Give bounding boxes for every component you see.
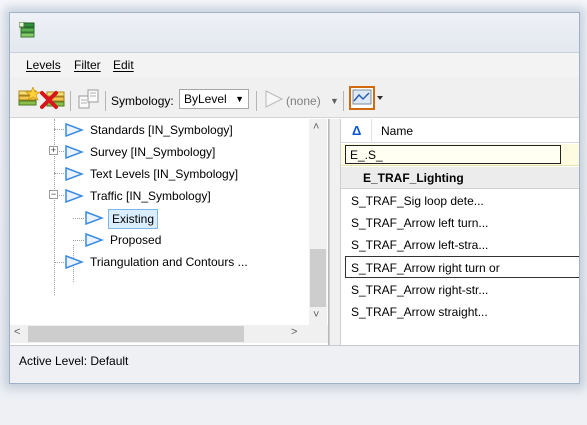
scroll-right-icon[interactable]: >: [291, 326, 297, 338]
scroll-left-icon[interactable]: <: [14, 326, 20, 338]
tree-connector: [73, 240, 84, 241]
name-filter-input[interactable]: E_.S_: [345, 145, 561, 164]
level-filter-icon: [65, 145, 84, 159]
active-level-status: Active Level: Default: [19, 354, 129, 368]
menu-filter[interactable]: Filter: [74, 58, 101, 72]
tree-item-label: Traffic [IN_Symbology]: [90, 189, 211, 203]
level-manager-app-icon: [19, 22, 35, 38]
level-filter-icon: [85, 211, 104, 225]
list-row[interactable]: S_TRAF_Arrow left turn...: [341, 212, 579, 234]
status-bar: Active Level: Default: [10, 345, 579, 383]
menu-edit[interactable]: Edit: [113, 58, 134, 72]
tree-connector: [54, 129, 64, 130]
delete-level-icon[interactable]: [40, 87, 68, 111]
new-level-icon[interactable]: [16, 87, 42, 111]
tree-item-label: Text Levels [IN_Symbology]: [90, 167, 239, 181]
tree-connector: [54, 173, 64, 174]
sort-ascending-icon[interactable]: Δ: [352, 123, 361, 138]
level-name: S_TRAF_Arrow right turn or: [351, 261, 500, 275]
tree-item-label: Proposed: [110, 233, 162, 247]
level-name: S_TRAF_Arrow left-stra...: [351, 238, 489, 252]
scroll-thumb[interactable]: [28, 326, 244, 342]
level-filter-icon: [65, 255, 84, 269]
list-row[interactable]: S_TRAF_Sig loop dete...: [341, 190, 579, 212]
level-name: S_TRAF_Sig loop dete...: [351, 194, 484, 208]
tree-horizontal-scrollbar[interactable]: < >: [10, 325, 328, 343]
scroll-thumb[interactable]: [310, 249, 326, 307]
symbology-label: Symbology:: [111, 94, 174, 108]
level-name: S_TRAF_Arrow straight...: [351, 305, 488, 319]
tree-connector: [73, 218, 84, 219]
list-row-active[interactable]: E_TRAF_Lighting: [341, 167, 579, 189]
level-display-icon[interactable]: [349, 86, 383, 110]
toolbar-separator: [343, 91, 344, 111]
title-bar: [10, 13, 579, 53]
toolbar-separator: [105, 91, 106, 111]
level-filter-icon: [65, 189, 84, 203]
level-filter-icon: [65, 123, 84, 137]
level-list-pane: Δ Name E_.S_ E_TRAF_Lighting S_TRAF_Sig …: [341, 119, 579, 359]
scroll-up-icon[interactable]: ˄: [313, 121, 319, 133]
symbology-value: ByLevel: [184, 92, 227, 106]
level-name: E_TRAF_Lighting: [363, 171, 464, 185]
tree-item-label: Standards [IN_Symbology]: [90, 123, 233, 137]
symbology-dropdown[interactable]: ByLevel ▼: [179, 89, 249, 109]
menu-levels[interactable]: Levels: [26, 58, 61, 72]
tree-item-label: Triangulation and Contours ...: [90, 255, 248, 269]
tree-expand-toggle[interactable]: +: [49, 146, 58, 155]
tree-connector: [54, 262, 64, 263]
filter-value[interactable]: (none): [286, 94, 321, 108]
tree-collapse-toggle[interactable]: −: [49, 190, 58, 199]
list-row[interactable]: S_TRAF_Arrow left-stra...: [341, 234, 579, 256]
level-tree-pane: + − Standards [IN_Symbology] Survey [IN_…: [10, 119, 329, 359]
list-row[interactable]: S_TRAF_Arrow right-str...: [341, 279, 579, 301]
filter-funnel-icon: [265, 90, 284, 108]
tree-vertical-scrollbar[interactable]: ˄ ˅: [309, 119, 327, 325]
column-header-name[interactable]: Name: [381, 124, 413, 138]
level-filter-icon: [85, 233, 104, 247]
toolbar: Symbology: ByLevel ▼ (none) ▼: [10, 77, 579, 118]
list-header: Δ Name: [341, 119, 579, 143]
list-row[interactable]: S_TRAF_Arrow straight...: [341, 301, 579, 323]
level-name: S_TRAF_Arrow right-str...: [351, 283, 489, 297]
tree-item-label: Existing: [108, 209, 159, 229]
set-active-level-icon[interactable]: [77, 88, 101, 110]
toolbar-separator: [256, 91, 257, 111]
list-row-focused[interactable]: S_TRAF_Arrow right turn or: [345, 256, 579, 278]
chevron-down-icon[interactable]: ▼: [330, 96, 339, 106]
level-name: S_TRAF_Arrow left turn...: [351, 216, 489, 230]
toolbar-separator: [70, 91, 71, 111]
pane-splitter[interactable]: [329, 119, 341, 345]
tree-item-label: Survey [IN_Symbology]: [90, 145, 216, 159]
scroll-down-icon[interactable]: ˅: [313, 309, 319, 321]
column-divider: [371, 119, 372, 143]
filter-row: E_.S_: [341, 144, 579, 166]
level-filter-icon: [65, 167, 84, 181]
chevron-down-icon: ▼: [235, 94, 244, 104]
menu-bar: Levels Filter Edit: [10, 53, 579, 77]
level-manager-window: Levels Filter Edit Symbology: ByLevel ▼ …: [9, 12, 580, 384]
